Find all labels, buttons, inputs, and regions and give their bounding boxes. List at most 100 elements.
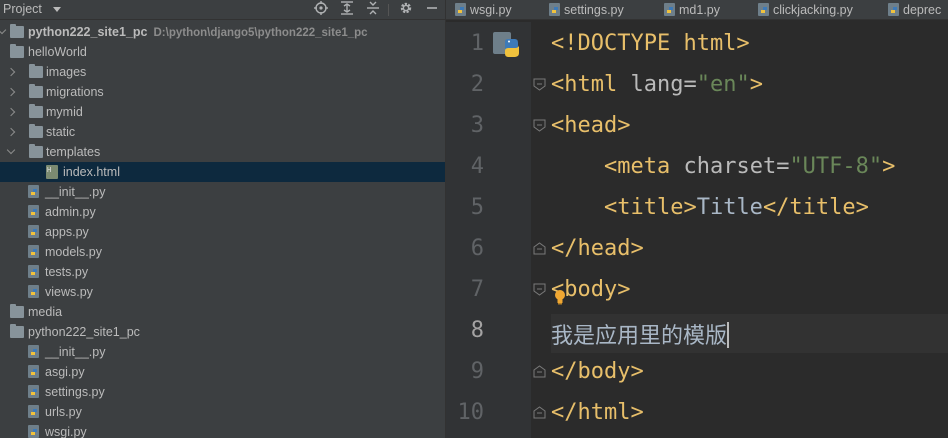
tree-item-python222-site1-pc[interactable]: python222_site1_pc xyxy=(0,322,445,342)
code-line: <title>Title</title> xyxy=(551,195,869,220)
code-line: <html lang="en"> xyxy=(551,72,763,97)
tree-item-static[interactable]: static xyxy=(0,122,445,142)
html-tag: <title> xyxy=(603,195,697,220)
line-number: 7 xyxy=(470,277,484,302)
chevron-right-icon[interactable] xyxy=(6,87,16,97)
fold-marker-icon[interactable] xyxy=(533,406,546,419)
tree-item-urls-py[interactable]: urls.py xyxy=(0,402,445,422)
hide-icon[interactable] xyxy=(423,1,441,19)
collapse-all-icon[interactable] xyxy=(364,1,382,19)
tab-wsgi-py[interactable]: wsgi.py xyxy=(448,0,512,19)
tree-item-asgi-py[interactable]: asgi.py xyxy=(0,362,445,382)
tree-item-views-py[interactable]: views.py xyxy=(0,282,445,302)
html-tag: </html> xyxy=(551,400,644,425)
tree-item-label: media xyxy=(28,305,63,319)
line-number: 4 xyxy=(470,154,484,179)
html-equals: = xyxy=(776,154,790,179)
tree-item-media[interactable]: media xyxy=(0,302,445,322)
html-tag: > xyxy=(749,72,763,97)
gear-icon[interactable] xyxy=(397,1,415,19)
python-file-icon xyxy=(28,185,39,198)
python-file-icon xyxy=(28,225,39,238)
tree-item-label: urls.py xyxy=(45,405,82,419)
locate-icon[interactable] xyxy=(312,1,330,19)
html-tag: <!DOCTYPE html> xyxy=(551,31,750,56)
tab-md1-py[interactable]: md1.py xyxy=(657,0,720,19)
tab-clickjacking-py[interactable]: clickjacking.py xyxy=(751,0,853,19)
tree-item-mymid[interactable]: mymid xyxy=(0,102,445,122)
chevron-right-icon[interactable] xyxy=(6,67,16,77)
chevron-right-icon[interactable] xyxy=(6,127,16,137)
html-attribute-value: "UTF-8" xyxy=(789,154,883,179)
tree-item-apps-py[interactable]: apps.py xyxy=(0,222,445,242)
tab-deprecation[interactable]: deprec xyxy=(881,0,941,19)
tree-item-images[interactable]: images xyxy=(0,62,445,82)
chevron-down-icon[interactable] xyxy=(53,7,61,12)
tree-item-index-html[interactable]: H index.html xyxy=(0,162,445,182)
tree-item-label: __init__.py xyxy=(45,185,106,199)
code-line: <head> xyxy=(551,113,630,138)
fold-marker-icon[interactable] xyxy=(533,119,546,132)
python-file-icon xyxy=(28,425,39,438)
folder-icon xyxy=(10,324,24,338)
fold-marker-icon[interactable] xyxy=(533,78,546,91)
tree-item-wsgi-py[interactable]: wsgi.py xyxy=(0,422,445,438)
python-file-icon xyxy=(28,405,39,418)
html-tag: <head> xyxy=(551,113,631,138)
line-number: 2 xyxy=(470,72,484,97)
line-number: 3 xyxy=(470,113,484,138)
html-tag: <meta xyxy=(603,154,684,179)
project-tree: python222_site1_pc D:\python\django5\pyth… xyxy=(0,22,445,438)
folder-icon xyxy=(29,144,43,158)
tree-item-templates[interactable]: templates xyxy=(0,142,445,162)
line-number: 10 xyxy=(457,400,485,425)
expand-all-icon[interactable] xyxy=(338,1,356,19)
chevron-down-icon[interactable] xyxy=(0,25,7,35)
editor-area: wsgi.py settings.py md1.py clickjacking.… xyxy=(445,0,948,438)
tree-item-label: asgi.py xyxy=(45,365,85,379)
tree-item-tests-py[interactable]: tests.py xyxy=(0,262,445,282)
tree-item-init-py[interactable]: __init__.py xyxy=(0,182,445,202)
html-tag: <html xyxy=(551,72,631,97)
tree-item-label: admin.py xyxy=(45,205,96,219)
chevron-down-icon[interactable] xyxy=(6,145,16,155)
code-line: <meta charset="UTF-8"> xyxy=(551,154,895,179)
line-number: 9 xyxy=(470,359,484,384)
html-tag: </body> xyxy=(551,359,644,384)
tree-item-label: images xyxy=(46,65,87,79)
tree-item-label: views.py xyxy=(45,285,93,299)
tree-item-settings-py[interactable]: settings.py xyxy=(0,382,445,402)
project-view-selector[interactable]: Project xyxy=(3,2,42,16)
tab-label: wsgi.py xyxy=(470,3,512,17)
tree-item-migrations[interactable]: migrations xyxy=(0,82,445,102)
tree-item-models-py[interactable]: models.py xyxy=(0,242,445,262)
html-equals: = xyxy=(683,72,697,97)
toolbar-divider xyxy=(388,4,389,16)
tree-item-label: settings.py xyxy=(45,385,105,399)
tree-item-helloworld[interactable]: helloWorld xyxy=(0,42,445,62)
python-file-icon xyxy=(888,3,899,16)
code-editor[interactable]: <!DOCTYPE html> <html lang="en"> <head> … xyxy=(551,22,948,438)
project-panel: Project python222_site1_pc D:\python\djan… xyxy=(0,0,445,438)
folder-icon xyxy=(29,104,43,118)
python-logo-icon xyxy=(493,32,519,57)
chevron-right-icon[interactable] xyxy=(6,107,16,117)
tree-item-project-root[interactable]: python222_site1_pc D:\python\django5\pyth… xyxy=(0,22,445,42)
tree-item-label: static xyxy=(46,125,76,139)
line-number: 6 xyxy=(470,236,484,261)
tree-item-label: helloWorld xyxy=(28,45,87,59)
lightbulb-icon[interactable] xyxy=(553,289,567,305)
tree-item-init-py[interactable]: __init__.py xyxy=(0,342,445,362)
tree-item-label: index.html xyxy=(63,165,120,179)
tree-item-label: models.py xyxy=(45,245,102,259)
tab-settings-py[interactable]: settings.py xyxy=(542,0,624,19)
tree-item-label: wsgi.py xyxy=(45,425,87,438)
text-caret xyxy=(727,322,730,348)
fold-marker-icon[interactable] xyxy=(533,283,546,296)
tree-item-admin-py[interactable]: admin.py xyxy=(0,202,445,222)
fold-marker-icon[interactable] xyxy=(533,242,546,255)
folder-icon xyxy=(29,124,43,138)
python-file-icon xyxy=(28,265,39,278)
fold-marker-icon[interactable] xyxy=(533,365,546,378)
